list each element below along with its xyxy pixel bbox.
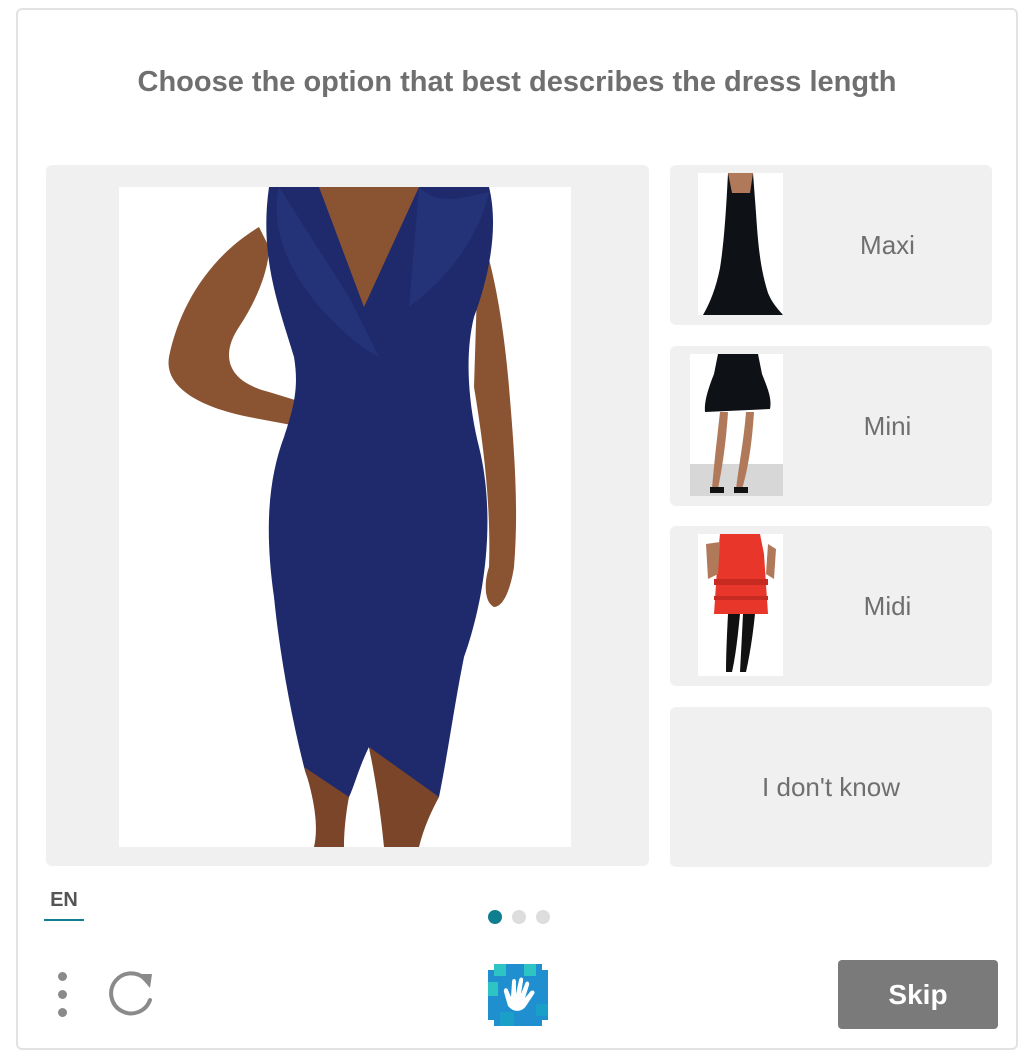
- maxi-dress-image: [698, 173, 783, 315]
- dress-photo: [119, 187, 571, 847]
- option-maxi[interactable]: Maxi: [670, 165, 992, 325]
- hand-logo-icon: [484, 960, 552, 1030]
- midi-dress-photo: [698, 534, 783, 676]
- option-i-dont-know[interactable]: I don't know: [670, 707, 992, 867]
- mini-dress-image: [690, 354, 783, 496]
- option-label: Maxi: [860, 230, 915, 260]
- kebab-menu-icon[interactable]: [52, 968, 74, 1020]
- pagination-dot-active: [488, 910, 502, 924]
- option-label: Midi: [863, 591, 912, 621]
- woman-in-navy-dress-image: [168, 187, 517, 847]
- option-midi[interactable]: Midi: [670, 526, 992, 686]
- mini-dress-photo: [690, 354, 783, 496]
- main-image-panel: [46, 165, 649, 866]
- option-label: I don't know: [762, 772, 900, 802]
- option-label: Mini: [863, 411, 912, 441]
- language-selector[interactable]: EN: [44, 889, 84, 921]
- midi-dress-image: [698, 534, 783, 676]
- pagination-dot: [512, 910, 526, 924]
- refresh-icon[interactable]: [106, 966, 158, 1020]
- maxi-dress-photo: [698, 173, 783, 315]
- option-mini[interactable]: Mini: [670, 346, 992, 506]
- skip-button[interactable]: Skip: [838, 960, 998, 1029]
- pagination-dot: [536, 910, 550, 924]
- prompt-title: Choose the option that best describes th…: [137, 66, 897, 98]
